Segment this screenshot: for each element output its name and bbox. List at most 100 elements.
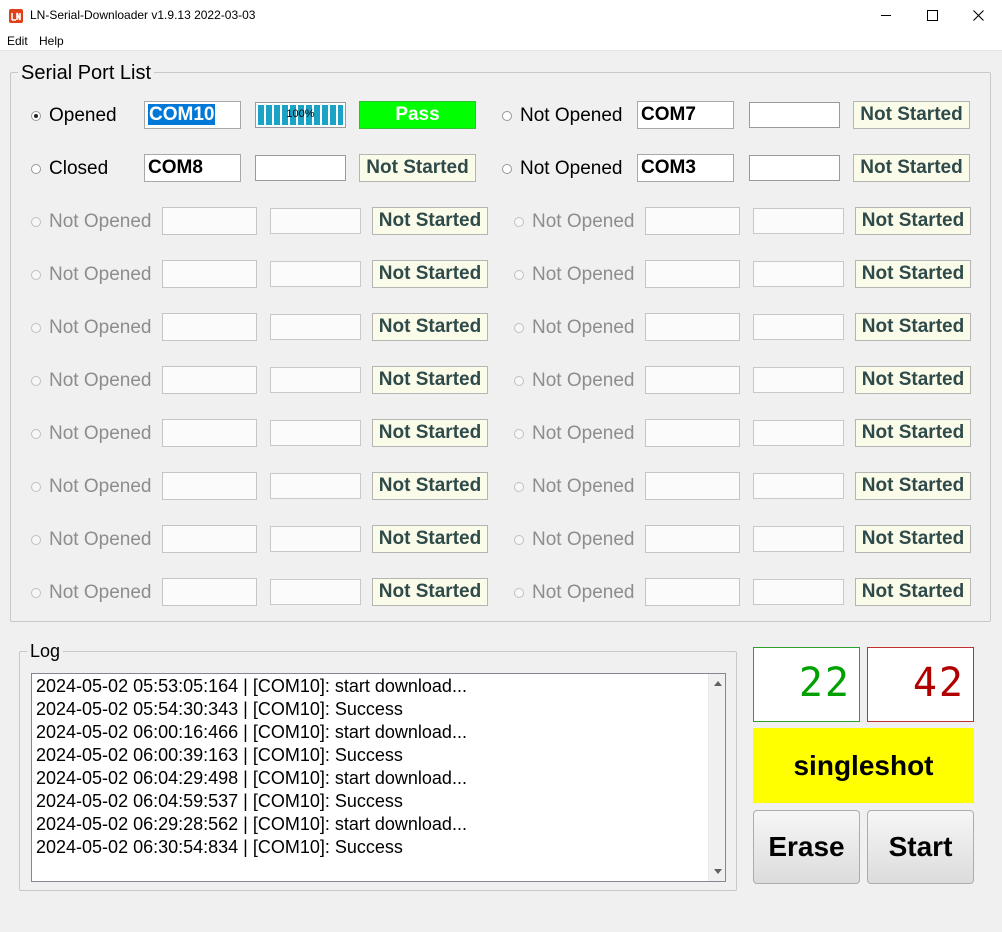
scroll-down-button[interactable] <box>710 863 725 880</box>
minimize-button[interactable] <box>863 0 909 31</box>
maximize-icon <box>926 10 938 21</box>
status-com7: Not Started <box>853 101 970 129</box>
port-name-slot-10-right[interactable] <box>645 578 740 606</box>
port-radio-slot-4-left[interactable]: Not Opened <box>31 263 151 287</box>
port-radio-slot-6-right[interactable]: Not Opened <box>514 369 634 393</box>
port-name-com3[interactable]: COM3 <box>637 154 734 182</box>
radio-icon <box>502 164 512 174</box>
port-radio-opened[interactable]: Opened <box>31 104 117 128</box>
progress-slot-4-left <box>270 261 361 287</box>
port-name-slot-4-right[interactable] <box>645 260 740 288</box>
status-slot-10-right: Not Started <box>855 578 971 606</box>
radio-icon <box>514 217 524 227</box>
log-line: 2024-05-02 06:04:59:537 | [COM10]: Succe… <box>36 791 403 811</box>
radio-icon <box>31 164 41 174</box>
progress-slot-5-right <box>753 314 844 340</box>
progress-com7 <box>749 102 840 128</box>
port-name-slot-9-right[interactable] <box>645 525 740 553</box>
progress-slot-8-right <box>753 473 844 499</box>
status-slot-9-right: Not Started <box>855 525 971 553</box>
port-radio-slot-4-right[interactable]: Not Opened <box>514 263 634 287</box>
port-name-slot-7-left[interactable] <box>162 419 257 447</box>
port-name-slot-8-right[interactable] <box>645 472 740 500</box>
radio-icon <box>514 270 524 280</box>
radio-icon <box>514 429 524 439</box>
port-name-slot-9-left[interactable] <box>162 525 257 553</box>
status-slot-8-left: Not Started <box>372 472 488 500</box>
log-group-title: Log <box>27 641 64 662</box>
start-button[interactable]: Start <box>867 810 974 884</box>
success-counter: 22 <box>753 647 860 722</box>
port-radio-slot-7-right[interactable]: Not Opened <box>514 422 634 446</box>
port-name-com7[interactable]: COM7 <box>637 101 734 129</box>
minimize-icon <box>880 15 891 16</box>
port-radio-slot-9-right[interactable]: Not Opened <box>514 528 634 552</box>
log-scrollbar[interactable] <box>708 674 725 881</box>
port-radio-slot-8-right[interactable]: Not Opened <box>514 475 634 499</box>
port-name-slot-8-left[interactable] <box>162 472 257 500</box>
port-name-slot-10-left[interactable] <box>162 578 257 606</box>
port-name-slot-3-right[interactable] <box>645 207 740 235</box>
port-radio-slot-10-left[interactable]: Not Opened <box>31 581 151 605</box>
app-logo-icon <box>9 9 23 23</box>
port-name-com8[interactable]: COM8 <box>144 154 241 182</box>
progress-slot-10-left <box>270 579 361 605</box>
radio-icon <box>31 482 41 492</box>
status-slot-4-left: Not Started <box>372 260 488 288</box>
port-radio-slot-7-left[interactable]: Not Opened <box>31 422 151 446</box>
serial-port-group-title: Serial Port List <box>18 62 155 85</box>
port-radio-slot-6-left[interactable]: Not Opened <box>31 369 151 393</box>
progress-slot-4-right <box>753 261 844 287</box>
status-slot-6-right: Not Started <box>855 366 971 394</box>
port-name-slot-5-left[interactable] <box>162 313 257 341</box>
progress-com8 <box>255 155 346 181</box>
port-radio-slot-9-left[interactable]: Not Opened <box>31 528 151 552</box>
port-radio-slot-10-right[interactable]: Not Opened <box>514 581 634 605</box>
erase-button[interactable]: Erase <box>753 810 860 884</box>
progress-slot-7-right <box>753 420 844 446</box>
status-slot-3-left: Not Started <box>372 207 488 235</box>
radio-icon <box>514 588 524 598</box>
progress-slot-6-left <box>270 367 361 393</box>
fail-counter: 42 <box>867 647 974 722</box>
port-name-com10[interactable]: COM10 <box>144 101 241 129</box>
port-radio-slot-3-left[interactable]: Not Opened <box>31 210 151 234</box>
mode-indicator[interactable]: singleshot <box>753 728 974 803</box>
progress-slot-9-right <box>753 526 844 552</box>
log-list[interactable]: 2024-05-02 05:53:05:164 | [COM10]: start… <box>31 673 726 882</box>
port-name-slot-6-left[interactable] <box>162 366 257 394</box>
window-title: LN-Serial-Downloader v1.9.13 2022-03-03 <box>30 8 256 22</box>
port-radio-com7[interactable]: Not Opened <box>502 104 622 128</box>
close-button[interactable] <box>955 0 1001 31</box>
port-name-slot-5-right[interactable] <box>645 313 740 341</box>
radio-icon <box>514 376 524 386</box>
port-radio-slot-5-left[interactable]: Not Opened <box>31 316 151 340</box>
status-com8: Not Started <box>359 154 476 182</box>
title-bar: LN-Serial-Downloader v1.9.13 2022-03-03 <box>0 0 1002 31</box>
menu-help[interactable]: Help <box>39 34 64 48</box>
radio-icon <box>514 323 524 333</box>
status-com10: Pass <box>359 101 476 129</box>
success-count: 22 <box>798 660 851 706</box>
maximize-button[interactable] <box>909 0 955 31</box>
port-name-slot-4-left[interactable] <box>162 260 257 288</box>
scroll-up-button[interactable] <box>710 675 725 692</box>
progress-slot-8-left <box>270 473 361 499</box>
port-name-slot-3-left[interactable] <box>162 207 257 235</box>
progress-slot-6-right <box>753 367 844 393</box>
port-radio-slot-3-right[interactable]: Not Opened <box>514 210 634 234</box>
radio-icon <box>502 111 512 121</box>
progress-com10: 100% <box>255 102 346 128</box>
port-radio-closed[interactable]: Closed <box>31 157 108 181</box>
port-name-slot-6-right[interactable] <box>645 366 740 394</box>
status-slot-7-left: Not Started <box>372 419 488 447</box>
radio-dot-icon <box>31 111 41 121</box>
status-slot-10-left: Not Started <box>372 578 488 606</box>
menu-edit[interactable]: Edit <box>7 34 28 48</box>
port-radio-com3[interactable]: Not Opened <box>502 157 622 181</box>
port-radio-slot-5-right[interactable]: Not Opened <box>514 316 634 340</box>
port-name-slot-7-right[interactable] <box>645 419 740 447</box>
port-radio-slot-8-left[interactable]: Not Opened <box>31 475 151 499</box>
radio-icon <box>31 429 41 439</box>
progress-slot-7-left <box>270 420 361 446</box>
